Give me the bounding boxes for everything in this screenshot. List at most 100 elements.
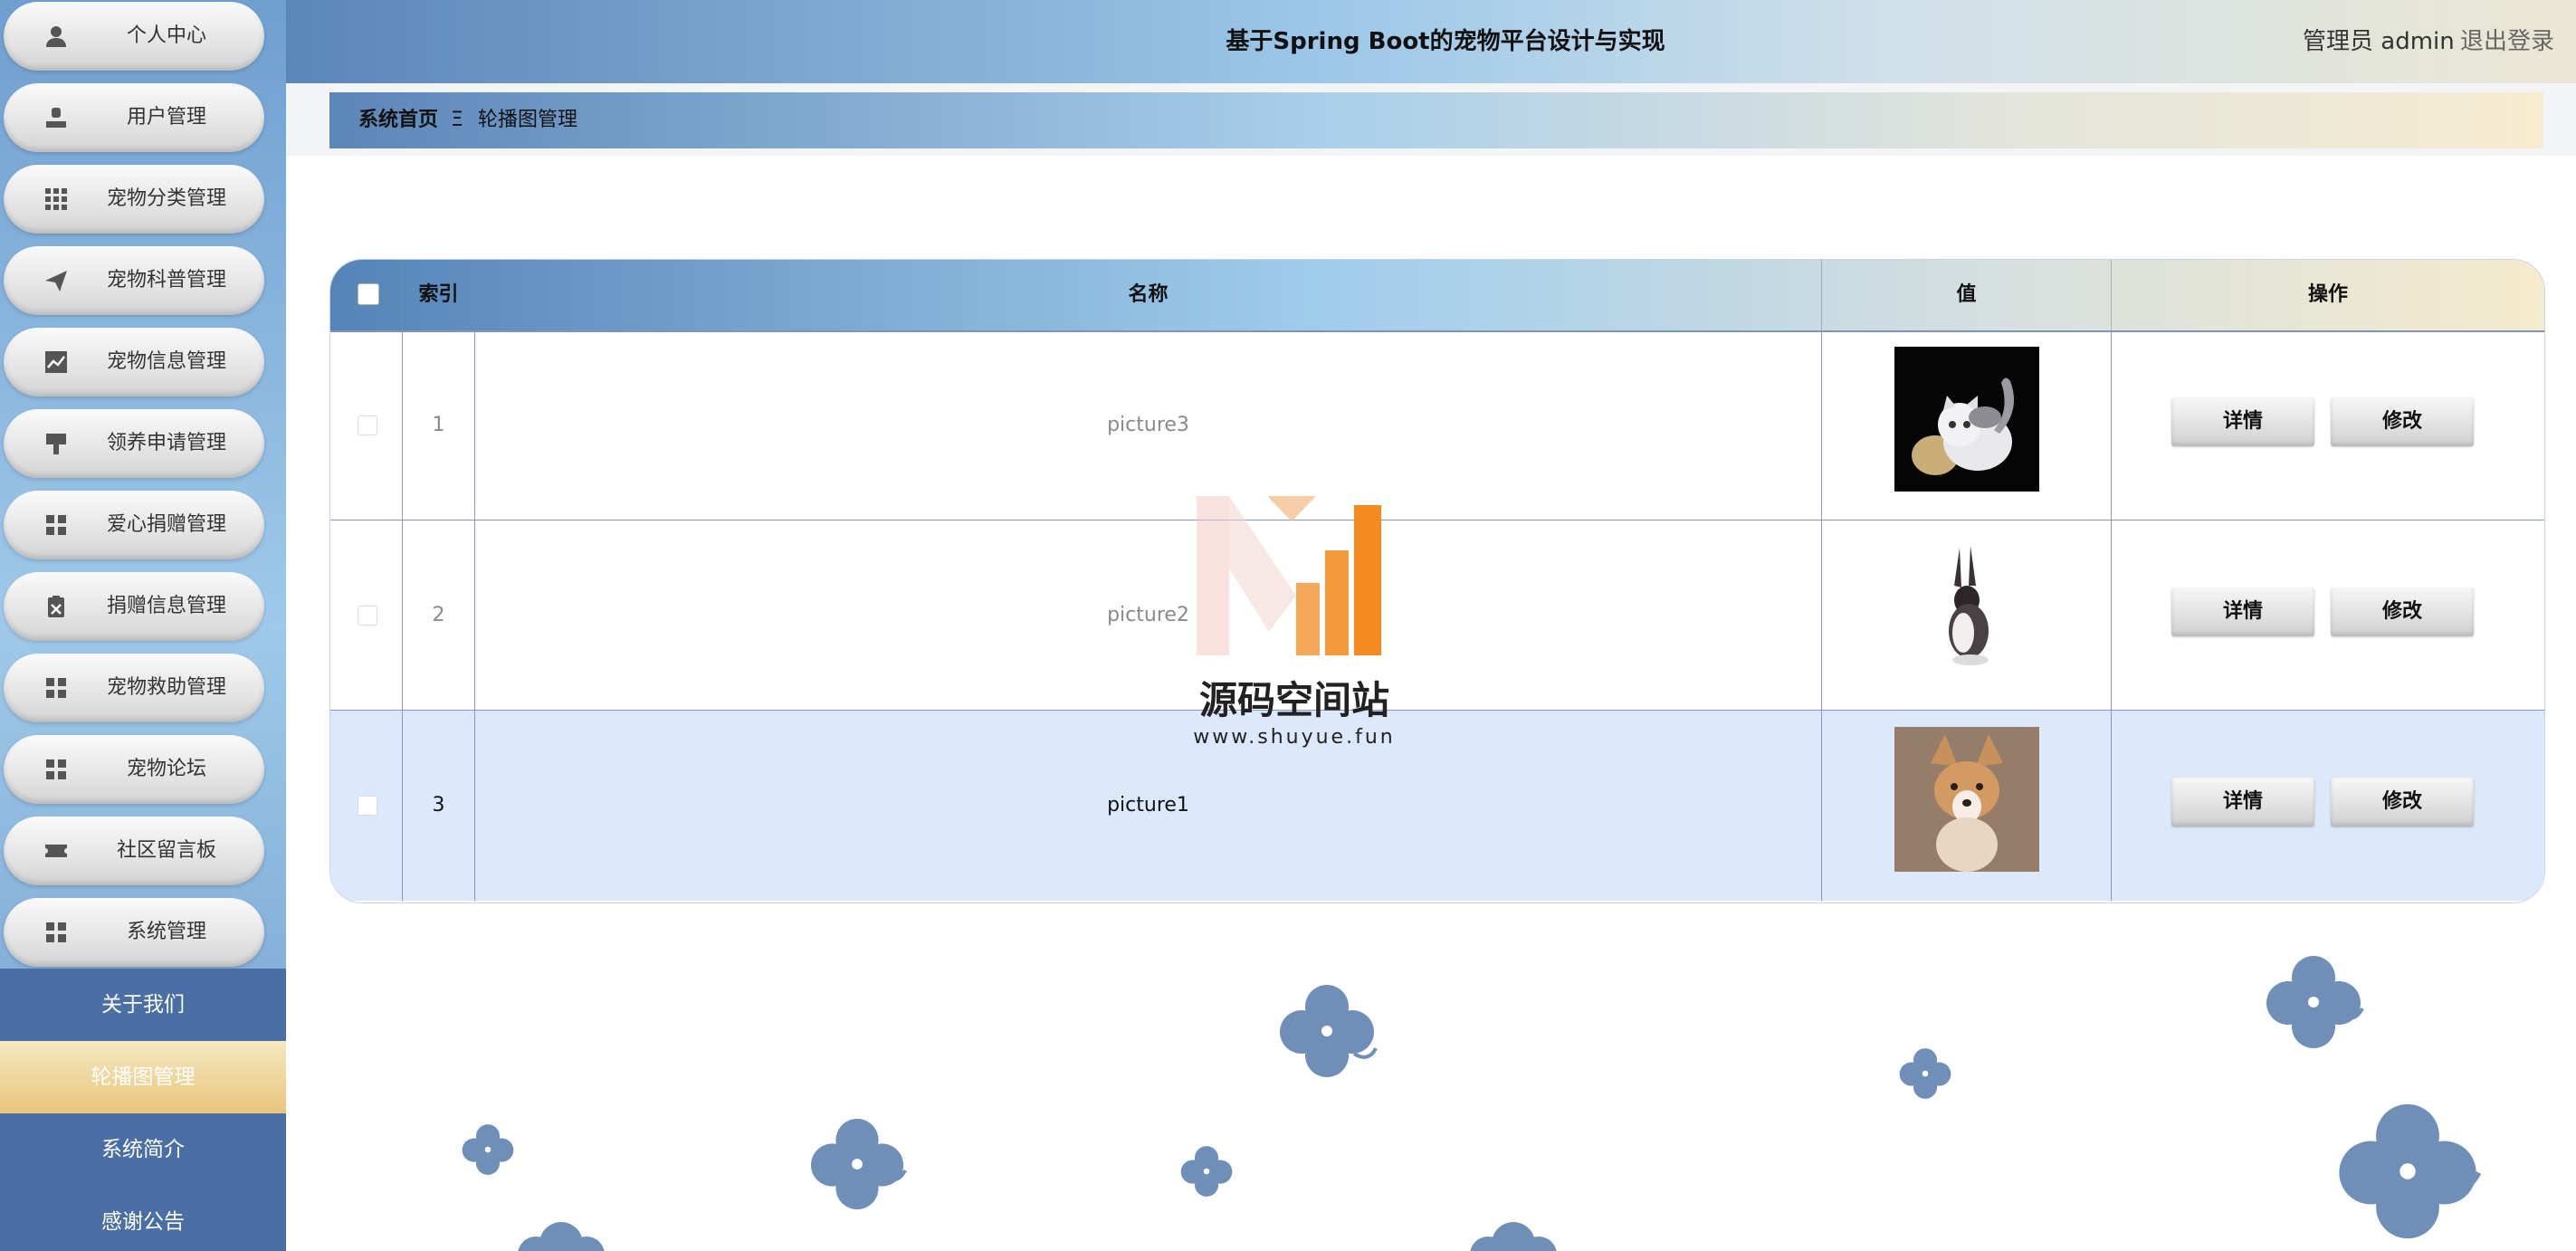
person-icon [46,26,66,47]
row-name: picture1 [1107,794,1189,816]
puppy-photo [1894,727,2039,872]
submenu-about-us[interactable]: 关于我们 [0,969,286,1041]
actions-cell: 详情 修改 [2112,711,2544,901]
apps-icon [46,759,66,779]
edit-button[interactable]: 修改 [2331,397,2474,446]
watermark-url: www.shuyue.fun [1193,726,1396,749]
flower-decoration [518,1222,605,1251]
row-select-cell [330,330,403,520]
menu-item-label: 捐赠信息管理 [106,595,226,617]
apps-icon [46,922,66,942]
menu-item-label: 用户管理 [126,106,206,129]
row-checkbox[interactable] [358,796,377,816]
index-cell: 1 [403,330,475,520]
menu-item-label: 宠物救助管理 [106,676,226,699]
index-cell: 3 [403,711,475,901]
chart-icon [45,351,67,373]
flower-decoration [2339,1103,2482,1239]
column-header-index: 索引 [403,260,475,330]
name-cell: picture1 [475,711,1822,901]
submenu-thanks-notice[interactable]: 感谢公告 [0,1186,286,1251]
breadcrumb: 系统首页 Ξ 轮播图管理 [329,92,2543,148]
menu-item-donation-info[interactable]: 捐赠信息管理 [4,572,264,641]
menu-item-user-management[interactable]: 用户管理 [4,83,264,152]
menu-item-donation[interactable]: 爱心捐赠管理 [4,491,264,559]
breadcrumb-separator: Ξ [451,109,463,131]
flag-icon [46,434,66,454]
menu-item-pet-science[interactable]: 宠物科普管理 [4,246,264,315]
value-cell [1822,711,2112,901]
flower-decoration [1280,985,1378,1077]
flower-decoration [1899,1048,1951,1099]
table-header: 索引 名称 值 操作 [330,260,2544,332]
row-name: picture3 [1107,414,1189,436]
actions-cell: 详情 修改 [2112,330,2544,520]
menu-item-system-management[interactable]: 系统管理 [4,898,264,967]
menu-item-label: 爱心捐赠管理 [106,513,226,536]
row-index: 1 [432,414,445,436]
edit-button[interactable]: 修改 [2331,587,2474,636]
row-index: 3 [432,794,445,816]
row-select-cell [330,711,403,901]
detail-button[interactable]: 详情 [2171,397,2314,446]
breadcrumb-current: 轮播图管理 [478,109,578,131]
menu-item-label: 宠物论坛 [126,758,206,780]
select-all-cell [330,260,403,330]
watermark-name: 源码空间站 [1198,678,1389,722]
name-cell: picture2 [475,520,1822,711]
menu-item-label: 社区留言板 [116,839,216,862]
ticket-icon [45,845,67,857]
breadcrumb-home[interactable]: 系统首页 [358,92,438,148]
page-title: 基于Spring Boot的宠物平台设计与实现 [1226,28,1665,55]
clipboard-icon [48,596,64,617]
flower-decoration [2266,956,2364,1048]
menu-item-adoption[interactable]: 领养申请管理 [4,409,264,478]
edit-button[interactable]: 修改 [2331,778,2474,826]
menu-item-label: 个人中心 [126,24,206,47]
menu-item-message-board[interactable]: 社区留言板 [4,816,264,885]
menu-item-label: 宠物信息管理 [106,350,226,373]
column-header-value: 值 [1822,260,2112,330]
menu-item-pet-info[interactable]: 宠物信息管理 [4,328,264,396]
row-select-cell [330,520,403,711]
detail-button[interactable]: 详情 [2171,778,2314,826]
apps-icon [46,678,66,698]
logout-link[interactable]: 退出登录 [2460,0,2554,83]
flower-decoration [462,1124,514,1175]
row-checkbox[interactable] [358,415,377,435]
value-cell [1822,330,2112,520]
menu-item-pet-forum[interactable]: 宠物论坛 [4,735,264,804]
actions-cell: 详情 修改 [2112,520,2544,711]
menu-item-personal-center[interactable]: 个人中心 [4,2,264,71]
top-header: 基于Spring Boot的宠物平台设计与实现 管理员 admin 退出登录 [286,0,2576,83]
table-row: 2 picture2 详情 修改 [330,520,2544,711]
apps-icon [46,515,66,535]
flower-decoration [1180,1146,1233,1197]
index-cell: 2 [403,520,475,711]
menu-item-pet-category[interactable]: 宠物分类管理 [4,165,264,234]
detail-button[interactable]: 详情 [2171,587,2314,636]
grid-icon [45,188,67,210]
row-checkbox[interactable] [358,606,377,626]
watermark-logo [1197,496,1381,655]
submenu-carousel-management[interactable]: 轮播图管理 [0,1041,286,1113]
name-cell: picture3 [475,330,1822,520]
user-icon [46,108,66,128]
current-user: 管理员 admin [2303,28,2455,55]
select-all-checkbox[interactable] [358,283,379,305]
menu-item-label: 宠物分类管理 [106,187,226,210]
submenu-system-intro[interactable]: 系统简介 [0,1113,286,1186]
menu-item-label: 系统管理 [126,921,206,943]
flower-decoration [1470,1222,1557,1251]
value-cell [1822,520,2112,711]
send-icon [45,271,67,291]
table-row: 3 picture1 详情 修改 [330,711,2544,901]
rabbit-photo [1894,537,2039,682]
flower-decoration [810,1118,907,1210]
menu-item-pet-rescue[interactable]: 宠物救助管理 [4,654,264,722]
menu-item-label: 领养申请管理 [106,432,226,454]
table-row: 1 picture3 详情 修改 [330,330,2544,520]
menu-item-label: 宠物科普管理 [106,269,226,291]
row-name: picture2 [1107,604,1189,626]
cat-photo [1894,347,2039,492]
